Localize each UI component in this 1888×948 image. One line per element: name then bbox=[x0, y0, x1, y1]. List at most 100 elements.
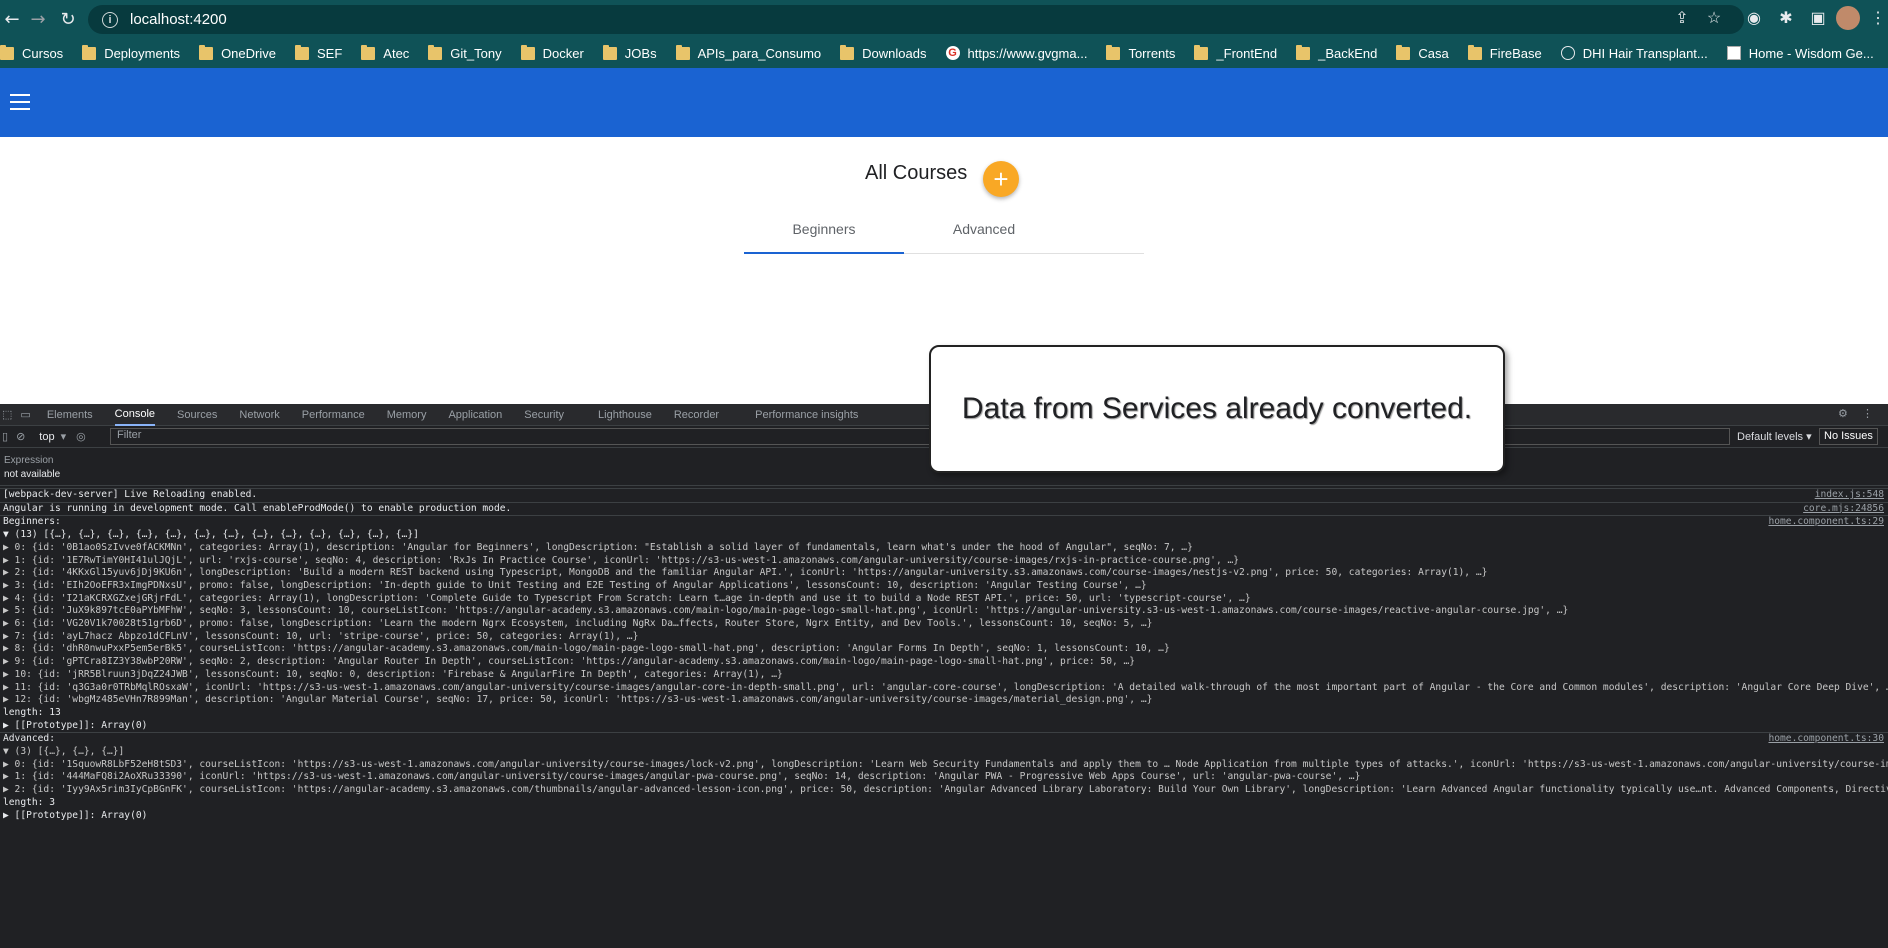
bookmark-item[interactable]: _FrontEnd bbox=[1194, 44, 1277, 61]
devtools-menu-icon[interactable]: ⋮ bbox=[1862, 407, 1873, 420]
console-line[interactable]: ▶ 5: {id: 'JuX9k897tcE0aPYbMFhW', seqNo:… bbox=[0, 605, 1888, 618]
source-link[interactable]: home.component.ts:29 bbox=[1768, 516, 1884, 529]
console-line[interactable]: ▶ 9: {id: 'gPTCra8IZ3Y38wbP20RW', seqNo:… bbox=[0, 656, 1888, 669]
puzzle-icon[interactable]: ✱ bbox=[1774, 6, 1798, 30]
inspect-icon[interactable]: ⬚ bbox=[2, 408, 12, 421]
bookmark-item[interactable]: _BackEnd bbox=[1296, 44, 1377, 61]
bookmark-item[interactable]: OneDrive bbox=[199, 44, 276, 61]
console-line[interactable]: ▶ [[Prototype]]: Array(0) bbox=[0, 720, 1888, 733]
console-line[interactable]: length: 3 bbox=[0, 797, 1888, 810]
console-line[interactable]: ▶ 2: {id: '4KKxGl15yuv6jDj9KU6n', longDe… bbox=[0, 567, 1888, 580]
avatar[interactable] bbox=[1836, 6, 1860, 30]
bookmark-item[interactable]: Ghttps://www.gvgma... bbox=[945, 46, 1087, 61]
console-line[interactable]: ▶ 10: {id: 'jRR5Blruun3jDqZ24JWB', lesso… bbox=[0, 669, 1888, 682]
tab-console[interactable]: Console bbox=[114, 404, 156, 426]
url-text[interactable]: localhost:4200 bbox=[130, 11, 227, 28]
console-line[interactable]: ▼ (3) [{…}, {…}, {…}] bbox=[0, 746, 1888, 759]
source-link[interactable]: home.component.ts:30 bbox=[1768, 733, 1884, 746]
bookmark-item[interactable]: Deployments bbox=[82, 44, 181, 61]
tab-network[interactable]: Network bbox=[239, 404, 279, 426]
console-line[interactable]: Angular is running in development mode. … bbox=[0, 501, 1888, 516]
extension-icon[interactable]: ◉ bbox=[1742, 6, 1766, 30]
sidebar-toggle-icon[interactable]: ▯ bbox=[2, 430, 8, 443]
console-line[interactable]: ▼ (13) [{…}, {…}, {…}, {…}, {…}, {…}, {…… bbox=[0, 529, 1888, 542]
side-panel-icon[interactable]: ▣ bbox=[1806, 6, 1830, 30]
tab-recorder[interactable]: Recorder bbox=[674, 404, 719, 426]
tab-performance-insights[interactable]: Performance insights bbox=[755, 404, 858, 426]
folder-icon bbox=[520, 44, 535, 60]
bookmark-label: Home - Wisdom Ge... bbox=[1748, 45, 1874, 61]
bookmark-item[interactable]: FireBase bbox=[1467, 44, 1542, 61]
console-line[interactable]: Advanced: home.component.ts:30 bbox=[0, 732, 1888, 746]
bookmark-item[interactable]: Docker bbox=[520, 44, 584, 61]
reload-icon[interactable]: ↻ bbox=[56, 7, 80, 31]
console-line[interactable]: ▶ 0: {id: '1SquowR8LbF52eH8tSD3', course… bbox=[0, 759, 1888, 772]
bookmark-label: Deployments bbox=[104, 45, 181, 61]
source-link[interactable]: index.js:548 bbox=[1815, 489, 1884, 502]
tab-advanced[interactable]: Advanced bbox=[904, 212, 1064, 253]
console-line[interactable]: ▶ 12: {id: 'wbgMz485eVHn7R899Man', descr… bbox=[0, 694, 1888, 707]
folder-icon bbox=[1467, 44, 1482, 60]
wisdom-icon bbox=[1726, 46, 1741, 60]
folder-icon bbox=[82, 44, 97, 60]
globe-icon bbox=[1560, 46, 1575, 60]
console-line[interactable]: [webpack-dev-server] Live Reloading enab… bbox=[0, 488, 1888, 502]
bookmark-item[interactable]: Git_Tony bbox=[428, 44, 502, 61]
console-line[interactable]: ▶ 1: {id: '1E7RwTimY0HI41ulJQjL', url: '… bbox=[0, 555, 1888, 568]
device-toggle-icon[interactable]: ▭ bbox=[20, 408, 30, 421]
share-icon[interactable]: ⇪ bbox=[1670, 6, 1694, 30]
console-line[interactable]: ▶ 6: {id: 'VG20V1k70028t51grb6D', promo:… bbox=[0, 618, 1888, 631]
bookmark-item[interactable]: APIs_para_Consumo bbox=[675, 44, 821, 61]
bookmark-star-icon[interactable]: ☆ bbox=[1702, 6, 1726, 30]
tab-memory[interactable]: Memory bbox=[387, 404, 427, 426]
tab-application[interactable]: Application bbox=[448, 404, 502, 426]
console-line[interactable]: ▶ 3: {id: 'EIh2OoEFR3xImgPDNxsU', promo:… bbox=[0, 580, 1888, 593]
back-icon[interactable]: ← bbox=[0, 7, 24, 31]
bookmark-item[interactable]: JOBs bbox=[602, 44, 657, 61]
forward-icon[interactable]: → bbox=[26, 7, 50, 31]
tab-beginners[interactable]: Beginners bbox=[744, 212, 904, 254]
context-selector[interactable]: top bbox=[39, 431, 54, 443]
bookmark-item[interactable]: Casa bbox=[1396, 44, 1449, 61]
console-line[interactable]: Beginners: home.component.ts:29 bbox=[0, 515, 1888, 529]
bookmark-label: OneDrive bbox=[221, 45, 276, 61]
console-line[interactable]: ▶ 0: {id: '0B1ao0SzIvve0fACKMNn', catego… bbox=[0, 542, 1888, 555]
eye-icon[interactable]: ◎ bbox=[76, 430, 86, 443]
tab-lighthouse[interactable]: Lighthouse bbox=[598, 404, 652, 426]
bookmark-label: Cursos bbox=[22, 45, 64, 61]
console-line[interactable]: ▶ 7: {id: 'ayL7hacz Abpzo1dCFLnV', lesso… bbox=[0, 631, 1888, 644]
tab-security[interactable]: Security bbox=[524, 404, 564, 426]
settings-gear-icon[interactable]: ⚙ bbox=[1838, 407, 1848, 420]
site-info-icon[interactable]: i bbox=[102, 11, 118, 28]
bookmark-item[interactable]: Torrents bbox=[1106, 44, 1175, 61]
issues-button[interactable]: No Issues bbox=[1819, 428, 1878, 445]
hamburger-menu-icon[interactable] bbox=[10, 94, 30, 110]
bookmark-item[interactable]: DHI Hair Transplant... bbox=[1560, 46, 1708, 61]
bookmark-item[interactable]: SEF bbox=[294, 44, 342, 61]
log-levels-dropdown[interactable]: Default levels ▾ bbox=[1737, 430, 1812, 443]
console-message: ▶ 7: {id: 'ayL7hacz Abpzo1dCFLnV', lesso… bbox=[3, 630, 639, 642]
bookmark-item[interactable]: Home - Wisdom Ge... bbox=[1726, 45, 1874, 61]
folder-icon bbox=[1106, 44, 1121, 60]
bookmark-label: Atec bbox=[383, 45, 410, 61]
bookmark-item[interactable]: Downloads bbox=[840, 44, 927, 61]
console-line[interactable]: ▶ 8: {id: 'dhR0nwuPxxP5em5erBk5', course… bbox=[0, 643, 1888, 656]
tab-performance[interactable]: Performance bbox=[302, 404, 365, 426]
add-course-button[interactable]: + bbox=[983, 161, 1019, 197]
console-line[interactable]: ▶ 1: {id: '444MaFQ8i2AoXRu33390', iconUr… bbox=[0, 771, 1888, 784]
console-line[interactable]: ▶ [[Prototype]]: Array(0) bbox=[0, 810, 1888, 823]
tab-elements[interactable]: Elements bbox=[47, 404, 93, 426]
console-line[interactable]: ▶ 4: {id: 'I21aKCRXGZxejGRjrFdL', catego… bbox=[0, 593, 1888, 606]
clear-console-icon[interactable]: ⊘ bbox=[16, 430, 25, 443]
source-link[interactable]: core.mjs:24856 bbox=[1803, 503, 1884, 516]
bookmark-item[interactable]: Cursos bbox=[0, 44, 64, 61]
address-bar[interactable]: i localhost:4200 bbox=[88, 5, 1744, 34]
console-message: ▶ 0: {id: '1SquowR8LbF52eH8tSD3', course… bbox=[3, 758, 1888, 770]
menu-dots-icon[interactable]: ⋮ bbox=[1866, 6, 1888, 30]
bookmark-item[interactable]: Atec bbox=[361, 44, 410, 61]
console-line[interactable]: ▶ 2: {id: 'Iyy9Ax5rim3IyCpBGnFK', course… bbox=[0, 784, 1888, 797]
folder-icon bbox=[675, 44, 690, 60]
console-line[interactable]: length: 13 bbox=[0, 707, 1888, 720]
tab-sources[interactable]: Sources bbox=[177, 404, 217, 426]
console-line[interactable]: ▶ 11: {id: 'q3G3a0r0TRbMqlROsxaW', iconU… bbox=[0, 682, 1888, 695]
